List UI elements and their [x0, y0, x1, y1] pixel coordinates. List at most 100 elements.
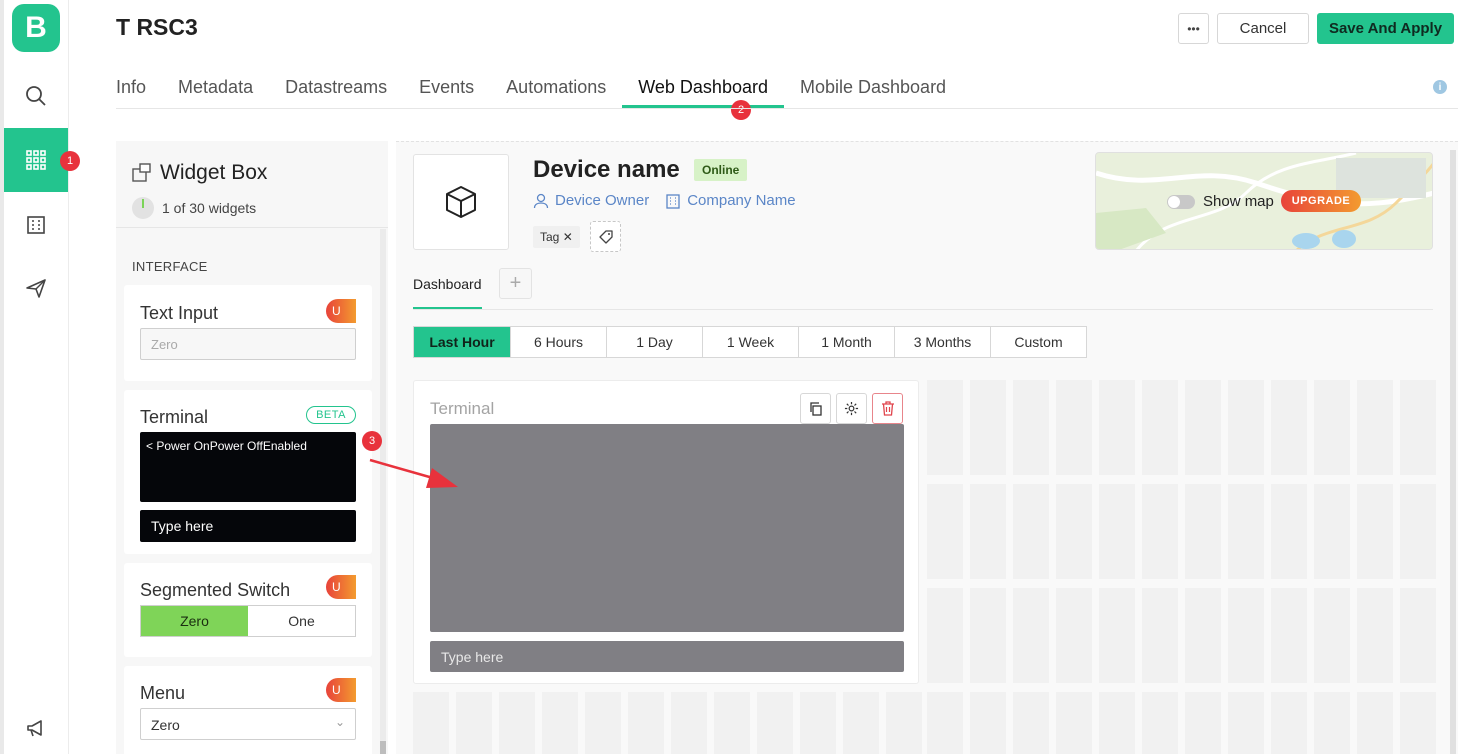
range-6-hours[interactable]: 6 Hours	[510, 327, 606, 357]
grid-cell	[1228, 692, 1264, 754]
upgrade-badge[interactable]: UPGRADE	[1281, 190, 1361, 212]
widget-terminal[interactable]: Terminal BETA < Power OnPower OffEnabled…	[124, 390, 372, 554]
chevron-down-icon: ⌄	[334, 715, 345, 729]
grid-cell	[1099, 380, 1135, 475]
text-input-preview: Zero	[140, 328, 356, 360]
tab-web-dashboard[interactable]: Web Dashboard	[622, 74, 784, 108]
search-icon	[26, 86, 46, 106]
rail-search[interactable]	[4, 64, 68, 128]
menu-preview-value: Zero	[151, 717, 180, 733]
building-icon	[666, 193, 680, 209]
info-icon[interactable]: i	[1433, 80, 1447, 94]
range-last-hour[interactable]: Last Hour	[414, 327, 510, 357]
grid-cell	[800, 692, 836, 754]
grid-cell	[1185, 588, 1221, 683]
status-badge: Online	[694, 159, 748, 181]
grid-cell	[1099, 484, 1135, 579]
grid-cell	[927, 484, 963, 579]
widget-text-input[interactable]: Text Input U Zero	[124, 285, 372, 381]
more-button[interactable]: •••	[1178, 13, 1209, 44]
grid-cell	[1013, 484, 1049, 579]
terminal-preview-screen: < Power OnPower OffEnabled	[140, 432, 356, 502]
step-badge-1: 1	[60, 151, 80, 171]
widget-box-title-text: Widget Box	[160, 161, 268, 184]
beta-badge: BETA	[306, 406, 356, 424]
range-1-week[interactable]: 1 Week	[702, 327, 798, 357]
menu-preview: Zero ⌄	[140, 708, 356, 740]
grid-cell	[585, 692, 621, 754]
time-range-selector: Last Hour 6 Hours 1 Day 1 Week 1 Month 3…	[413, 326, 1087, 358]
rail-announcements[interactable]	[4, 696, 68, 754]
device-owner-text: Device Owner	[555, 192, 650, 209]
range-1-month[interactable]: 1 Month	[798, 327, 894, 357]
widget-box-scroll-thumb[interactable]	[380, 741, 386, 754]
device-image[interactable]	[413, 154, 509, 250]
canvas-scrollbar[interactable]	[1450, 150, 1456, 754]
widget-menu[interactable]: Menu U Zero ⌄	[124, 666, 372, 754]
segmented-switch-preview: Zero One	[140, 605, 356, 637]
grid-cell	[1271, 588, 1307, 683]
range-1-day[interactable]: 1 Day	[606, 327, 702, 357]
grid-cell	[499, 692, 535, 754]
grid-cell	[1142, 692, 1178, 754]
tag-icon	[598, 229, 613, 244]
grid-icon	[26, 150, 46, 170]
tab-datastreams[interactable]: Datastreams	[269, 74, 403, 108]
grid-cell	[970, 588, 1006, 683]
tab-automations[interactable]: Automations	[490, 74, 622, 108]
grid-cell	[1357, 692, 1393, 754]
tag-chip[interactable]: Tag ✕	[533, 226, 580, 248]
toggle-switch[interactable]	[1167, 194, 1195, 209]
widget-name: Segmented Switch	[140, 580, 291, 600]
grid-cell	[1099, 692, 1135, 754]
tab-metadata[interactable]: Metadata	[162, 74, 269, 108]
blynk-logo[interactable]: B	[12, 4, 60, 52]
device-name: Device name	[533, 156, 680, 183]
range-3-months[interactable]: 3 Months	[894, 327, 990, 357]
save-and-apply-button[interactable]: Save And Apply	[1317, 13, 1454, 44]
range-custom[interactable]: Custom	[990, 327, 1086, 357]
delete-widget-button[interactable]	[872, 393, 903, 424]
tag-label: Tag	[540, 230, 560, 244]
tab-info[interactable]: Info	[116, 74, 162, 108]
terminal-widget[interactable]: Terminal Type here	[413, 380, 919, 684]
widget-settings-button[interactable]	[836, 393, 867, 424]
rail-templates[interactable]	[4, 128, 68, 192]
tab-dashboard[interactable]: Dashboard	[413, 276, 482, 292]
grid-cell	[1357, 380, 1393, 475]
cube-icon	[446, 186, 476, 218]
show-map-label: Show map	[1203, 193, 1274, 210]
duplicate-widget-button[interactable]	[800, 393, 831, 424]
terminal-input[interactable]: Type here	[430, 641, 904, 672]
grid-cell	[1357, 484, 1393, 579]
grid-cell	[1271, 692, 1307, 754]
widget-name: Terminal	[140, 407, 209, 427]
grid-cell	[886, 692, 922, 754]
widget-segmented-switch[interactable]: Segmented Switch U Zero One	[124, 563, 372, 657]
widget-count-text: 1 of 30 widgets	[162, 200, 257, 216]
device-owner[interactable]: Device Owner	[533, 192, 649, 209]
grid-cell	[1400, 380, 1436, 475]
rail-send[interactable]	[4, 256, 68, 320]
add-dashboard-tab-button[interactable]: +	[499, 268, 532, 299]
grid-cell	[1185, 380, 1221, 475]
grid-cell	[1228, 484, 1264, 579]
tab-mobile-dashboard[interactable]: Mobile Dashboard	[784, 74, 962, 108]
cancel-button[interactable]: Cancel	[1217, 13, 1309, 44]
tab-events[interactable]: Events	[403, 74, 490, 108]
company-name[interactable]: Company Name	[665, 192, 796, 209]
grid-cell	[1228, 588, 1264, 683]
tabs-divider	[116, 108, 1458, 109]
annotation-arrow	[369, 458, 458, 488]
lock-icon: U	[326, 678, 356, 702]
close-icon[interactable]: ✕	[563, 230, 573, 244]
rail-organizations[interactable]	[4, 192, 68, 256]
grid-cell	[970, 692, 1006, 754]
grid-cell	[927, 380, 963, 475]
add-tag-button[interactable]	[590, 221, 621, 252]
grid-cell	[714, 692, 750, 754]
send-icon	[26, 279, 46, 298]
grid-cell	[1271, 484, 1307, 579]
terminal-preview-input: Type here	[140, 510, 356, 542]
show-map-toggle[interactable]: Show map	[1167, 193, 1274, 210]
